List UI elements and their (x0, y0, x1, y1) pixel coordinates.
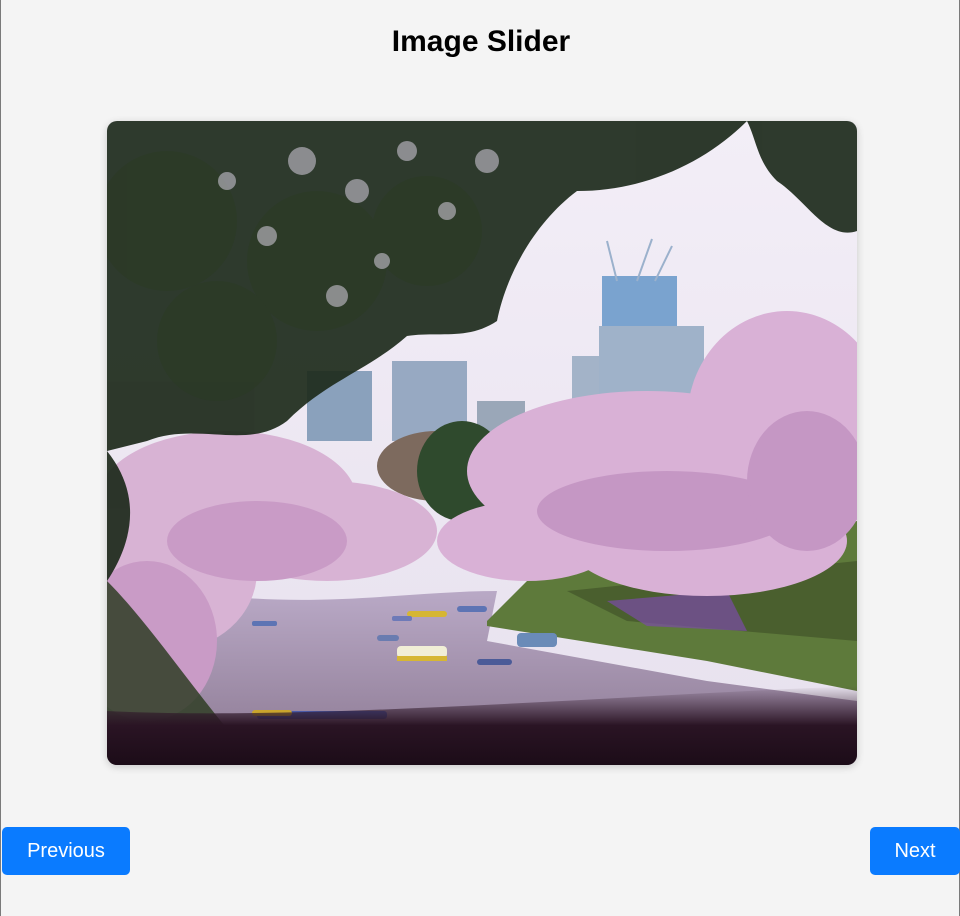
page-title: Image Slider (391, 25, 571, 58)
previous-button[interactable]: Previous (2, 827, 130, 875)
next-button[interactable]: Next (870, 827, 960, 875)
slide-image (107, 121, 857, 765)
